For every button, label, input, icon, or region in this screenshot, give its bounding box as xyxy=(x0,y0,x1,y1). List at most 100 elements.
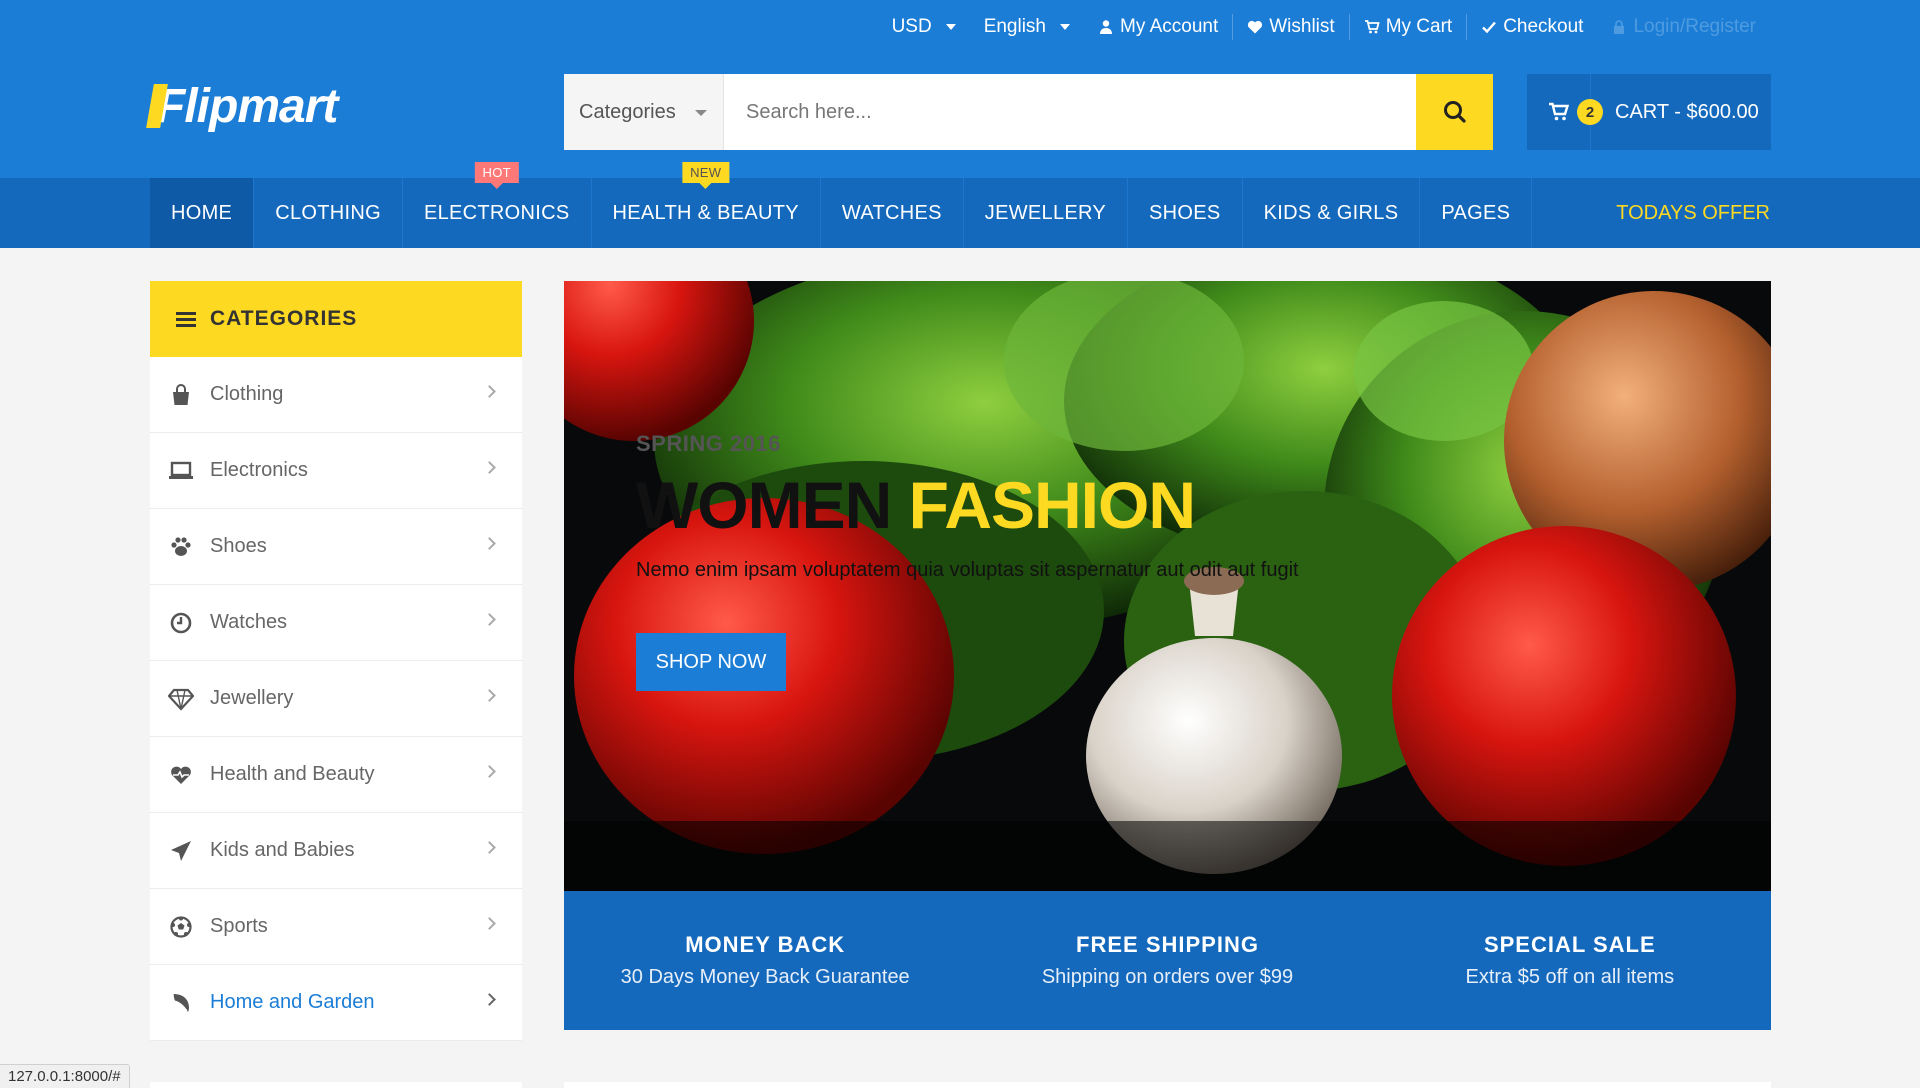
nav-label: WATCHES xyxy=(841,201,942,224)
chevron-right-icon xyxy=(483,765,496,778)
chevron-right-icon xyxy=(483,917,496,930)
hero-subtitle: SPRING 2016 xyxy=(636,431,781,456)
search-category-label: Categories xyxy=(579,100,676,123)
nav-item-electronics[interactable]: HOT ELECTRONICS xyxy=(403,162,592,248)
sidebar-item-label: Electronics xyxy=(210,459,308,481)
wishlist-link[interactable]: Wishlist xyxy=(1232,14,1348,40)
search-category-dropdown[interactable]: Categories xyxy=(564,74,724,150)
currency-label: USD xyxy=(891,16,932,37)
new-tag: NEW xyxy=(682,162,730,189)
login-register-link[interactable]: Login/Register xyxy=(1597,14,1770,40)
my-account-link[interactable]: My Account xyxy=(1084,14,1232,40)
main-header: Flipmart Categories 2 CART - $600.00 xyxy=(0,54,1920,178)
nav-label: HEALTH & BEAUTY xyxy=(612,201,799,224)
nav-item-home[interactable]: HOME xyxy=(150,178,255,248)
language-dropdown[interactable]: English xyxy=(970,14,1084,40)
language-label: English xyxy=(983,16,1047,37)
cart-icon xyxy=(1364,20,1380,34)
search-input[interactable] xyxy=(724,74,1416,150)
sidebar-item-label: Shoes xyxy=(210,535,267,557)
hero-description: Nemo enim ipsam voluptatem quia voluptas… xyxy=(636,559,1299,581)
nav-item-pages[interactable]: PAGES xyxy=(1420,178,1533,248)
shop-now-label: SHOP NOW xyxy=(655,650,767,673)
sidebar-item-electronics[interactable]: Electronics xyxy=(150,433,522,509)
main-nav: HOME CLOTHING HOT ELECTRONICS NEW HEALTH… xyxy=(0,162,1920,248)
chevron-right-icon xyxy=(483,689,496,702)
nav-item-shoes[interactable]: SHOES xyxy=(1128,178,1243,248)
caret-down-icon xyxy=(695,110,707,116)
sidebar-item-label: Clothing xyxy=(210,383,284,405)
top-bar-links: USD English My Account Wishlist My Cart … xyxy=(878,0,1770,54)
nav-items: HOME CLOTHING HOT ELECTRONICS NEW HEALTH… xyxy=(150,162,1533,248)
sidebar-item-label: Sports xyxy=(210,915,268,937)
sidebar-item-label: Watches xyxy=(210,611,288,633)
content-card xyxy=(564,1082,1771,1088)
nav-item-jewellery[interactable]: JEWELLERY xyxy=(964,178,1129,248)
chevron-right-icon xyxy=(483,461,496,474)
categories-sidebar: CATEGORIES Clothing Electronics Shoes Wa… xyxy=(150,281,522,1041)
caret-down-icon xyxy=(1060,24,1071,30)
nav-item-clothing[interactable]: CLOTHING xyxy=(254,178,403,248)
hero-title: WOMEN FASHION xyxy=(636,467,1196,543)
wishlist-label: Wishlist xyxy=(1269,16,1335,37)
todays-offer-label: TODAYS OFFER xyxy=(1616,201,1770,224)
hero-title-part2: FASHION xyxy=(908,468,1196,542)
sidebar-item-watches[interactable]: Watches xyxy=(150,585,522,661)
status-bar-url: 127.0.0.1:8000/# xyxy=(0,1064,130,1088)
nav-item-watches[interactable]: WATCHES xyxy=(821,178,964,248)
info-title: MONEY BACK xyxy=(685,932,846,957)
cart-count-badge: 2 xyxy=(1577,99,1603,125)
sidebar-item-home-garden[interactable]: Home and Garden xyxy=(150,965,522,1041)
my-cart-link[interactable]: My Cart xyxy=(1348,14,1467,40)
cart-button[interactable]: 2 CART - $600.00 xyxy=(1527,74,1771,150)
categories-heading: CATEGORIES xyxy=(150,281,522,357)
user-icon xyxy=(1100,20,1113,34)
paw-icon xyxy=(168,534,194,560)
sidebar-item-sports[interactable]: Sports xyxy=(150,889,522,965)
login-register-label: Login/Register xyxy=(1633,16,1756,37)
content-card xyxy=(150,1082,522,1088)
chevron-right-icon xyxy=(483,537,496,550)
nav-label: CLOTHING xyxy=(275,201,381,224)
info-special-sale: SPECIAL SALE Extra $5 off on all items xyxy=(1369,891,1771,1030)
nav-item-health-beauty[interactable]: NEW HEALTH & BEAUTY xyxy=(592,162,821,248)
shopping-bag-icon xyxy=(168,382,194,408)
sidebar-item-kids-babies[interactable]: Kids and Babies xyxy=(150,813,522,889)
checkout-link[interactable]: Checkout xyxy=(1466,14,1597,40)
laptop-icon xyxy=(168,458,194,484)
check-icon xyxy=(1482,21,1497,34)
nav-label: ELECTRONICS xyxy=(423,201,570,224)
leaf-icon xyxy=(168,990,194,1016)
cart-total-label: CART - $600.00 xyxy=(1615,100,1759,123)
diamond-icon xyxy=(168,686,194,712)
nav-label: SHOES xyxy=(1149,201,1221,224)
sidebar-item-health-beauty[interactable]: Health and Beauty xyxy=(150,737,522,813)
logo[interactable]: Flipmart xyxy=(146,76,338,136)
paper-plane-icon xyxy=(168,838,194,864)
chevron-right-icon xyxy=(483,841,496,854)
clock-icon xyxy=(168,610,194,636)
hero-banner: SPRING 2016 WOMEN FASHION Nemo enim ipsa… xyxy=(564,281,1771,891)
checkout-label: Checkout xyxy=(1503,16,1584,37)
sidebar-item-shoes[interactable]: Shoes xyxy=(150,509,522,585)
info-text: Shipping on orders over $99 xyxy=(1041,966,1294,988)
futbol-icon xyxy=(168,914,194,940)
currency-dropdown[interactable]: USD xyxy=(878,14,970,40)
info-title: SPECIAL SALE xyxy=(1483,932,1656,957)
info-strip: MONEY BACK 30 Days Money Back Guarantee … xyxy=(564,891,1771,1030)
cart-icon xyxy=(1548,102,1569,121)
chevron-right-icon xyxy=(483,613,496,626)
sidebar-item-jewellery[interactable]: Jewellery xyxy=(150,661,522,737)
search-button[interactable] xyxy=(1416,74,1493,150)
sidebar-item-clothing[interactable]: Clothing xyxy=(150,357,522,433)
cart-icon-box: 2 xyxy=(1527,74,1603,150)
my-cart-label: My Cart xyxy=(1385,16,1453,37)
hot-tag: HOT xyxy=(474,162,519,189)
chevron-right-icon xyxy=(483,993,496,1006)
sidebar-item-label: Kids and Babies xyxy=(210,839,355,861)
nav-item-kids-girls[interactable]: KIDS & GIRLS xyxy=(1243,178,1421,248)
todays-offer-link[interactable]: TODAYS OFFER xyxy=(1616,178,1770,248)
heartbeat-icon xyxy=(168,762,194,788)
lock-icon xyxy=(1614,20,1625,34)
shop-now-button[interactable]: SHOP NOW xyxy=(636,633,786,691)
